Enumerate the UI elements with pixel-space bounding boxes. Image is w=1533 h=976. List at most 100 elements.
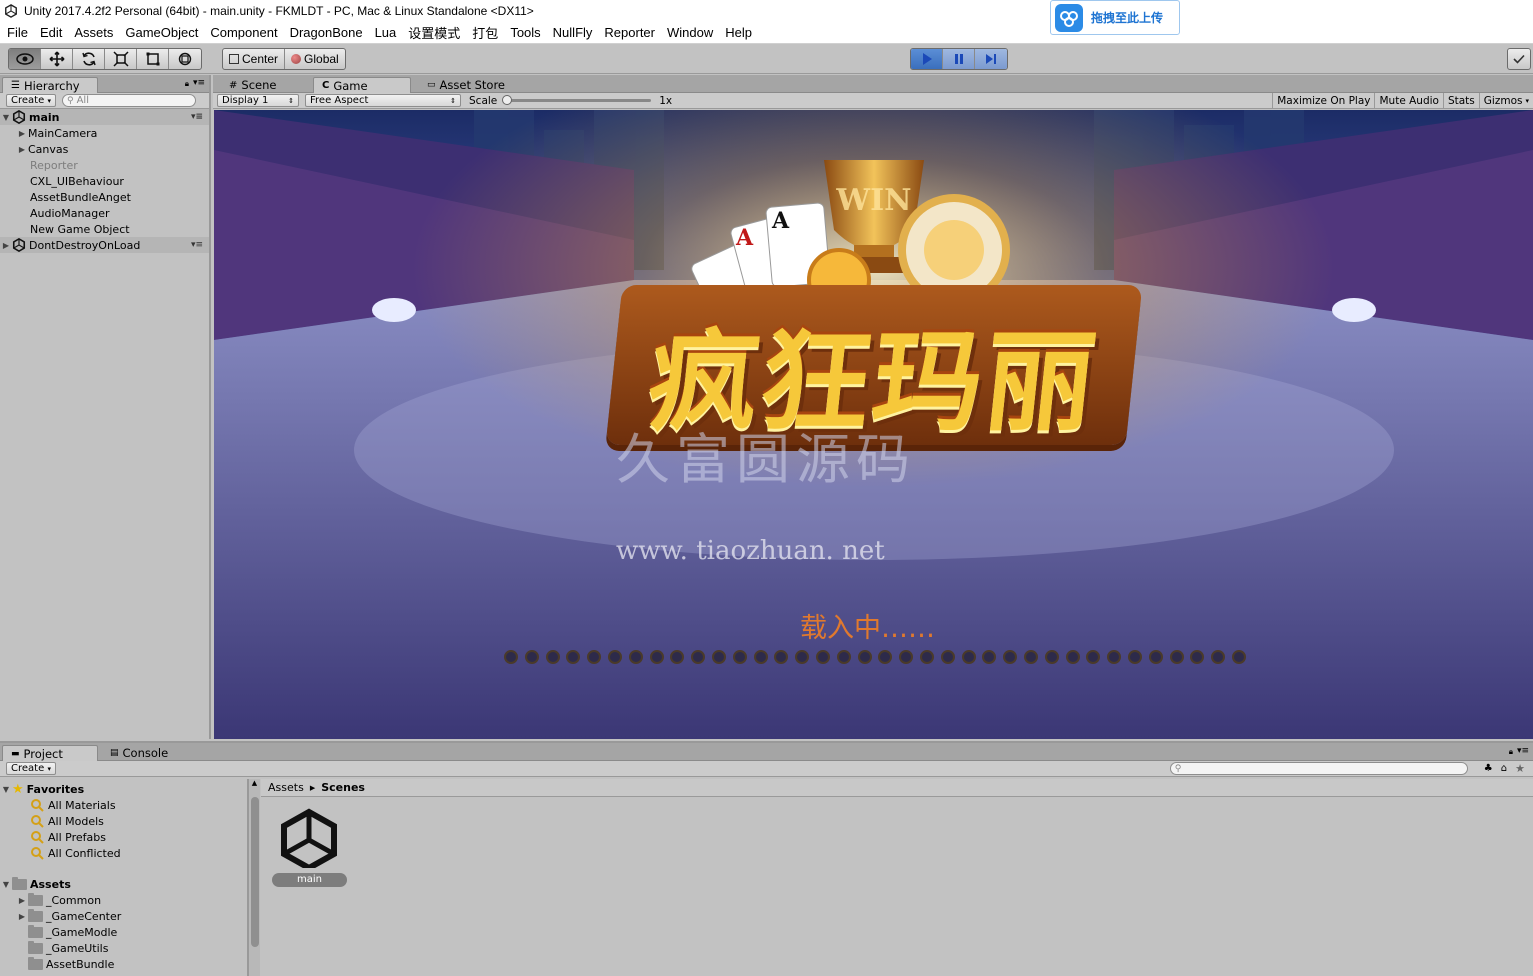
menu-build[interactable]: 打包: [466, 23, 504, 42]
scale-tool-button[interactable]: [105, 49, 137, 69]
assets-row[interactable]: ▼ Assets: [0, 876, 71, 892]
mute-audio-toggle[interactable]: Mute Audio: [1374, 92, 1442, 109]
asset-folder[interactable]: _GameUtils: [28, 940, 108, 956]
eye-icon: [15, 53, 34, 65]
maximize-on-play-toggle[interactable]: Maximize On Play: [1272, 92, 1374, 109]
upload-widget[interactable]: 拖拽至此上传: [1050, 0, 1180, 35]
menu-reporter[interactable]: Reporter: [598, 25, 661, 40]
project-tree-scrollbar[interactable]: ▲: [248, 779, 260, 976]
asset-folder[interactable]: ▶ _GameCenter: [16, 908, 121, 924]
hierarchy-item[interactable]: New Game Object: [0, 221, 209, 237]
updown-arrow-icon: ⇕: [450, 96, 456, 105]
loading-progress-dots: [504, 650, 1246, 666]
panel-menu-icon[interactable]: ▾≡: [193, 78, 205, 88]
tab-console[interactable]: ▤ Console: [102, 745, 192, 761]
expanded-arrow-icon[interactable]: ▼: [0, 880, 12, 889]
gizmos-dropdown[interactable]: Gizmos ▾: [1478, 92, 1533, 109]
hierarchy-create-dropdown[interactable]: Create ▾: [6, 94, 56, 107]
view-tool-button[interactable]: [9, 49, 41, 69]
asset-folder[interactable]: _GameModle: [28, 924, 117, 940]
aspect-dropdown[interactable]: Free Aspect ⇕: [305, 94, 461, 107]
favorite-star-icon[interactable]: ★: [1515, 762, 1525, 775]
tab-game[interactable]: C Game: [313, 77, 411, 93]
transform-tool-button[interactable]: [169, 49, 201, 69]
asset-tile-scene[interactable]: main: [272, 808, 347, 887]
move-tool-button[interactable]: [41, 49, 73, 69]
hierarchy-item[interactable]: AudioManager: [0, 205, 209, 221]
collapsed-arrow-icon[interactable]: ▶: [16, 896, 28, 905]
pivot-center-button[interactable]: Center: [223, 49, 286, 69]
hierarchy-toolbar: Create ▾ ⚲ All: [0, 93, 209, 109]
expanded-arrow-icon[interactable]: ▼: [0, 785, 12, 794]
hierarchy-item[interactable]: ▶ MainCamera: [0, 125, 209, 141]
rect-tool-button[interactable]: [137, 49, 169, 69]
favorite-item[interactable]: All Models: [30, 813, 104, 829]
scrollbar-thumb[interactable]: [251, 797, 259, 947]
scene-menu-icon[interactable]: ▾≡: [191, 240, 203, 250]
tab-hierarchy[interactable]: ☰ Hierarchy: [2, 77, 98, 93]
scene-menu-icon[interactable]: ▾≡: [191, 112, 203, 122]
tab-asset-store[interactable]: ▭ Asset Store: [419, 77, 529, 93]
hierarchy-search-input[interactable]: ⚲ All: [62, 94, 196, 107]
scene-row-main[interactable]: ▼ main ▾≡: [0, 109, 209, 125]
hierarchy-item[interactable]: AssetBundleAnget: [0, 189, 209, 205]
scale-slider[interactable]: [502, 95, 652, 105]
collapsed-arrow-icon[interactable]: ▶: [16, 129, 28, 138]
game-render[interactable]: A A WIN 疯狂玛丽 久富圆源码 www. tiaozhuan. net 载…: [214, 110, 1533, 739]
project-search-input[interactable]: ⚲: [1169, 762, 1468, 775]
favorites-row[interactable]: ▼ ★ Favorites: [0, 781, 84, 797]
menu-assets[interactable]: Assets: [68, 25, 119, 40]
scroll-up-arrow-icon[interactable]: ▲: [249, 779, 260, 787]
loading-dot: [1127, 650, 1142, 664]
filter-by-label-icon[interactable]: ⌂: [1501, 763, 1507, 774]
panel-menu-icon[interactable]: ▾≡: [1517, 746, 1529, 756]
hierarchy-item[interactable]: ▶ Canvas: [0, 141, 209, 157]
account-button[interactable]: [1507, 48, 1531, 70]
tab-scene[interactable]: # Scene: [221, 77, 311, 93]
project-create-dropdown[interactable]: Create ▾: [6, 762, 56, 775]
favorite-item[interactable]: All Conflicted: [30, 845, 121, 861]
menu-component[interactable]: Component: [204, 25, 283, 40]
loading-dot: [815, 650, 830, 664]
asset-folder[interactable]: AssetBundle: [28, 956, 114, 972]
collapsed-arrow-icon[interactable]: ▶: [0, 241, 12, 250]
step-button[interactable]: [975, 49, 1007, 69]
lock-icon[interactable]: 🔒︎: [185, 79, 189, 89]
menu-gameobject[interactable]: GameObject: [119, 25, 204, 40]
menu-edit[interactable]: Edit: [34, 25, 68, 40]
scene-row-dontdestroy[interactable]: ▶ DontDestroyOnLoad ▾≡: [0, 237, 209, 253]
menu-settings-mode[interactable]: 设置模式: [402, 23, 466, 42]
display-dropdown[interactable]: Display 1 ⇕: [217, 94, 299, 107]
lock-icon[interactable]: 🔒︎: [1509, 747, 1513, 757]
tab-project[interactable]: ▬ Project: [2, 745, 98, 761]
stats-toggle[interactable]: Stats: [1442, 92, 1479, 109]
asset-folder[interactable]: ▶ _Common: [16, 892, 101, 908]
collapsed-arrow-icon[interactable]: ▶: [16, 145, 28, 154]
collapsed-arrow-icon[interactable]: ▶: [16, 912, 28, 921]
expanded-arrow-icon[interactable]: ▼: [0, 113, 12, 122]
menu-lua[interactable]: Lua: [369, 25, 403, 40]
scale-icon: [112, 51, 129, 67]
hierarchy-item-label: Canvas: [28, 142, 69, 156]
breadcrumb-assets[interactable]: Assets: [268, 781, 304, 794]
unity-scene-icon: [12, 238, 26, 252]
menu-nullfly[interactable]: NullFly: [547, 25, 599, 40]
menu-dragonbone[interactable]: DragonBone: [284, 25, 369, 40]
filter-by-type-icon[interactable]: ♣: [1484, 763, 1493, 774]
menu-help[interactable]: Help: [719, 25, 758, 40]
hierarchy-item[interactable]: Reporter: [0, 157, 209, 173]
rotate-tool-button[interactable]: [73, 49, 105, 69]
scale-slider-thumb[interactable]: [502, 95, 513, 105]
menu-tools[interactable]: Tools: [504, 25, 546, 40]
menu-file[interactable]: File: [1, 25, 34, 40]
pause-button[interactable]: [943, 49, 975, 69]
asset-folder-label: _GameCenter: [46, 909, 122, 923]
pivot-global-button[interactable]: Global: [285, 49, 345, 69]
hierarchy-item[interactable]: CXL_UIBehaviour: [0, 173, 209, 189]
search-icon: ⚲: [1174, 763, 1182, 774]
breadcrumb-scenes[interactable]: Scenes: [321, 781, 365, 794]
favorite-item[interactable]: All Materials: [30, 797, 116, 813]
play-button[interactable]: [911, 49, 943, 69]
menu-window[interactable]: Window: [661, 25, 719, 40]
favorite-item[interactable]: All Prefabs: [30, 829, 106, 845]
